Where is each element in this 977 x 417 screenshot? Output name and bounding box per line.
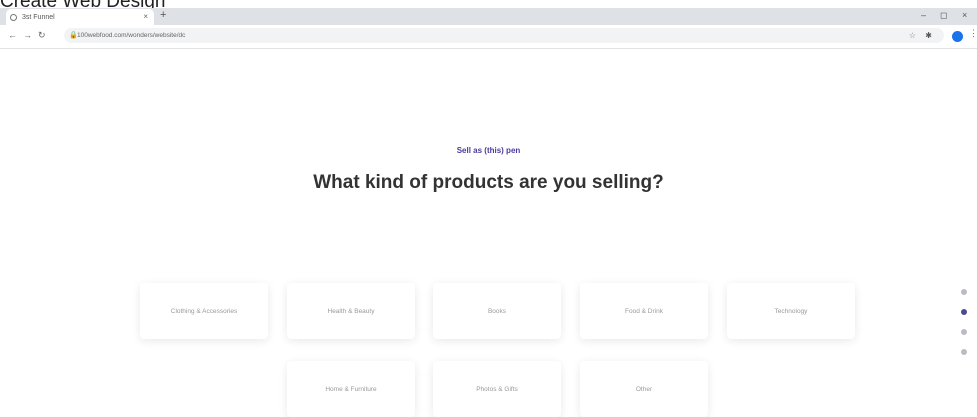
lock-icon: 🔒: [69, 32, 78, 39]
category-card-photos[interactable]: Photos & Gifts: [433, 361, 561, 417]
forward-arrow-icon[interactable]: →: [23, 30, 32, 40]
new-tab-button[interactable]: +: [160, 9, 166, 21]
window-close-button[interactable]: ×: [962, 10, 967, 20]
category-card-food[interactable]: Food & Drink: [580, 283, 708, 339]
extension-icon[interactable]: ✱: [925, 28, 932, 43]
category-card-clothing[interactable]: Clothing & Accessories: [140, 283, 268, 339]
address-bar[interactable]: 🔒 100webfood.com/wonders/website/dc ☆ ✱: [64, 28, 944, 43]
category-card-health[interactable]: Health & Beauty: [287, 283, 415, 339]
minimize-button[interactable]: –: [921, 10, 926, 20]
page-title: What kind of products are you selling?: [313, 172, 664, 193]
category-card-home[interactable]: Home & Furniture: [287, 361, 415, 417]
globe-icon: [10, 13, 17, 21]
page-dot[interactable]: [961, 349, 967, 355]
reload-icon[interactable]: ↻: [38, 30, 46, 41]
browser-tab[interactable]: 3st Funnel ×: [6, 9, 154, 25]
menu-icon[interactable]: ⋮: [969, 28, 977, 39]
close-icon[interactable]: ×: [143, 12, 148, 21]
browser-toolbar: ← → ↻ 🔒 100webfood.com/wonders/website/d…: [0, 25, 977, 49]
page-dot[interactable]: [961, 289, 967, 295]
bookmark-star-icon[interactable]: ☆: [909, 28, 916, 43]
url-text: 100webfood.com/wonders/website/dc: [77, 32, 186, 39]
tab-bar: 3st Funnel × + – ◻ ×: [0, 8, 977, 25]
section-subtitle: Sell as (this) pen: [456, 146, 521, 155]
category-card-books[interactable]: Books: [433, 283, 561, 339]
category-card-technology[interactable]: Technology: [727, 283, 855, 339]
page-dot-active[interactable]: [961, 309, 967, 315]
page-dot[interactable]: [961, 329, 967, 335]
back-arrow-icon[interactable]: ←: [8, 30, 17, 40]
category-card-other[interactable]: Other: [580, 361, 708, 417]
restore-button[interactable]: ◻: [940, 10, 947, 21]
profile-avatar[interactable]: [952, 31, 963, 42]
tab-title: 3st Funnel: [22, 13, 55, 21]
